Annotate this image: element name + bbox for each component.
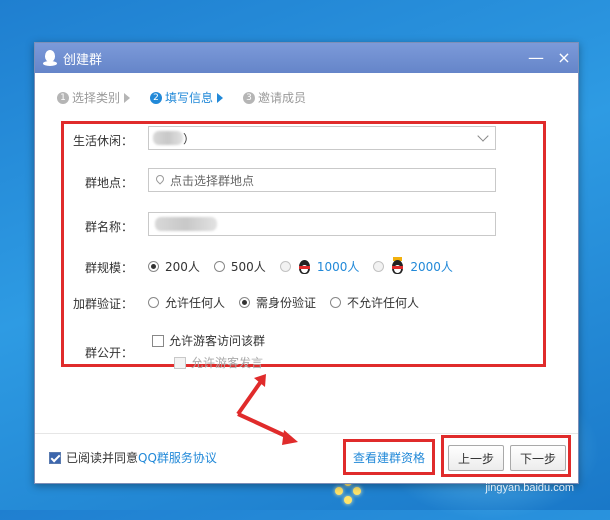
- scale-option-200[interactable]: 200人: [148, 258, 200, 275]
- location-input[interactable]: 点击选择群地点: [148, 168, 496, 192]
- verify-option-nobody[interactable]: 不允许任何人: [330, 294, 419, 311]
- location-pin-icon: [156, 175, 164, 185]
- step-number: 2: [150, 91, 163, 104]
- option-label: 200人: [165, 260, 200, 274]
- category-label: 生活休闲：: [72, 134, 133, 148]
- step-label: 选择类别: [72, 91, 121, 105]
- arrow-up-line: [236, 378, 264, 416]
- blurred-value: [153, 131, 183, 145]
- option-label: 1000人: [316, 260, 360, 274]
- radio-selected[interactable]: [148, 261, 159, 272]
- next-step-button[interactable]: 下一步: [510, 445, 566, 471]
- step-fill-info: 2 填写信息: [150, 89, 224, 106]
- location-placeholder: 点击选择群地点: [170, 173, 255, 188]
- category-value: ）: [183, 131, 196, 146]
- step-indicator: 1 选择类别 2 填写信息 3 邀请成员: [57, 89, 326, 106]
- scale-options: 200人 500人 1000人 2000人: [148, 256, 467, 275]
- chevron-down-icon: [477, 130, 489, 142]
- checkbox-label: 允许游客访问该群: [169, 334, 266, 348]
- scale-option-500[interactable]: 500人: [213, 258, 266, 275]
- option-label: 500人: [230, 260, 266, 274]
- allow-visitors-checkbox[interactable]: 允许游客访问该群: [152, 332, 265, 349]
- service-agreement-link[interactable]: QQ群服务协议: [138, 449, 217, 466]
- checkbox[interactable]: [152, 334, 164, 347]
- scale-label: 群规模：: [84, 261, 133, 275]
- location-label: 群地点：: [84, 176, 133, 190]
- category-select[interactable]: ）: [148, 126, 496, 150]
- step-invite-members: 3 邀请成员: [243, 89, 306, 106]
- radio[interactable]: [213, 261, 225, 272]
- allow-visitor-speech-checkbox[interactable]: 允许游客发言: [174, 354, 263, 371]
- agreement-checkbox[interactable]: [49, 451, 61, 464]
- group-name-input[interactable]: [148, 212, 496, 236]
- qq-vip-penguin-icon: [297, 259, 312, 275]
- view-qualification-link[interactable]: 查看建群资格: [353, 449, 425, 466]
- option-label: 2000人: [410, 260, 453, 274]
- agreement-text: 已阅读并同意: [66, 451, 139, 465]
- step-arrow-icon: [217, 92, 224, 103]
- minimize-button[interactable]: —: [522, 43, 550, 73]
- qualification-highlight-box: 查看建群资格: [343, 439, 435, 475]
- radio[interactable]: [148, 297, 159, 308]
- title-bar[interactable]: 创建群 — ×: [35, 43, 578, 73]
- step-arrow-icon: [124, 92, 131, 103]
- checkbox-disabled[interactable]: [174, 356, 186, 369]
- join-verify-options: 允许任何人 需身份验证 不允许任何人: [148, 294, 433, 311]
- option-label: 不允许任何人: [347, 296, 420, 310]
- close-button[interactable]: ×: [550, 43, 578, 73]
- agreement-checkbox-row[interactable]: 已阅读并同意 QQ群服务协议: [49, 449, 217, 466]
- join-verify-label: 加群验证：: [72, 297, 133, 311]
- blurred-value: [155, 217, 217, 231]
- checkbox-label: 允许游客发言: [191, 356, 264, 370]
- arrow-down-head-icon: [282, 430, 298, 445]
- group-name-label: 群名称：: [84, 220, 133, 234]
- step-label: 邀请成员: [258, 91, 307, 105]
- step-number: 3: [243, 91, 256, 104]
- scale-option-2000[interactable]: 2000人: [373, 256, 453, 275]
- radio-disabled[interactable]: [279, 261, 291, 272]
- window-title: 创建群: [63, 52, 103, 68]
- annotation-arrows: [236, 374, 298, 445]
- prev-step-button[interactable]: 上一步: [448, 445, 504, 471]
- arrow-down-line: [237, 412, 291, 440]
- watermark-url: jingyan.baidu.com: [485, 482, 574, 494]
- public-label: 群公开：: [84, 346, 133, 360]
- scale-option-1000[interactable]: 1000人: [279, 258, 360, 275]
- step-select-category: 1 选择类别: [57, 89, 131, 106]
- step-label: 填写信息: [165, 91, 214, 105]
- option-label: 需身份验证: [256, 296, 317, 310]
- nav-highlight-box: 上一步 下一步: [441, 435, 571, 477]
- verify-option-identity[interactable]: 需身份验证: [239, 294, 316, 311]
- form-highlight-box: 生活休闲： ） 群地点： 点击选择群地点 群名称： 群规模： 200人 500人…: [61, 121, 546, 370]
- step-number: 1: [57, 91, 69, 104]
- radio-selected[interactable]: [239, 297, 251, 308]
- radio[interactable]: [330, 297, 342, 308]
- option-label: 允许任何人: [165, 296, 226, 310]
- qq-svip-penguin-icon: [390, 256, 405, 275]
- qq-penguin-icon: [43, 50, 57, 66]
- verify-option-anyone[interactable]: 允许任何人: [148, 294, 225, 311]
- radio-disabled[interactable]: [373, 261, 385, 272]
